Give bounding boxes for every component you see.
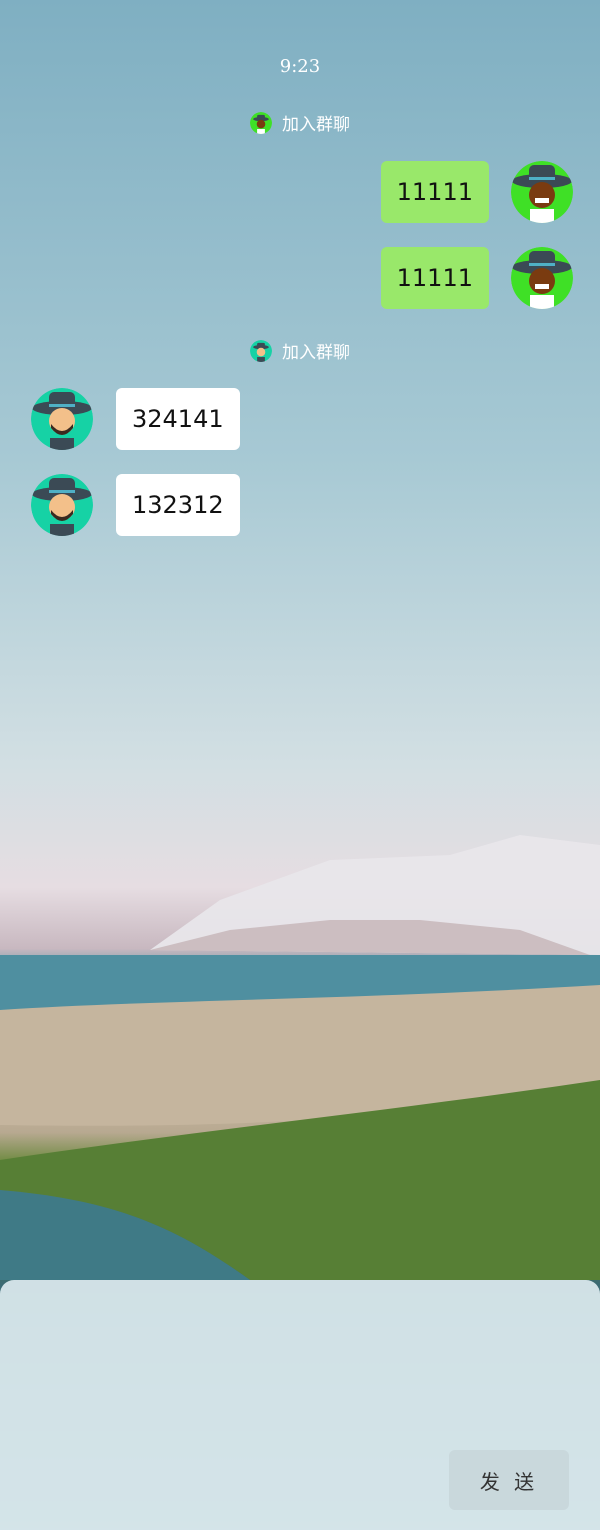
bearded-user-icon[interactable] <box>31 474 93 536</box>
message-row-theirs: 324141 <box>31 388 240 450</box>
bearded-user-icon <box>250 339 272 362</box>
message-bubble[interactable]: 324141 <box>116 388 240 450</box>
message-bubble[interactable]: 11111 <box>380 161 489 223</box>
join-notice: 加入群聊 <box>0 338 600 363</box>
message-row-theirs: 132312 <box>31 474 240 536</box>
message-input[interactable] <box>20 1300 584 1454</box>
bearded-user-icon[interactable] <box>31 388 93 450</box>
message-row-mine: 11111 <box>380 161 573 223</box>
notice-text: 加入群聊 <box>282 343 350 363</box>
chat-timestamp: 9:23 <box>279 56 321 77</box>
message-composer: 发 送 <box>0 1280 600 1530</box>
dark-skin-user-icon[interactable] <box>511 247 573 309</box>
message-bubble[interactable]: 132312 <box>116 474 240 536</box>
message-row-mine: 11111 <box>380 247 573 309</box>
notice-text: 加入群聊 <box>282 115 350 135</box>
dark-skin-user-icon[interactable] <box>511 161 573 223</box>
dark-skin-user-icon <box>250 111 272 134</box>
message-bubble[interactable]: 11111 <box>380 247 489 309</box>
join-notice: 加入群聊 <box>0 110 600 135</box>
send-button[interactable]: 发 送 <box>449 1450 569 1510</box>
